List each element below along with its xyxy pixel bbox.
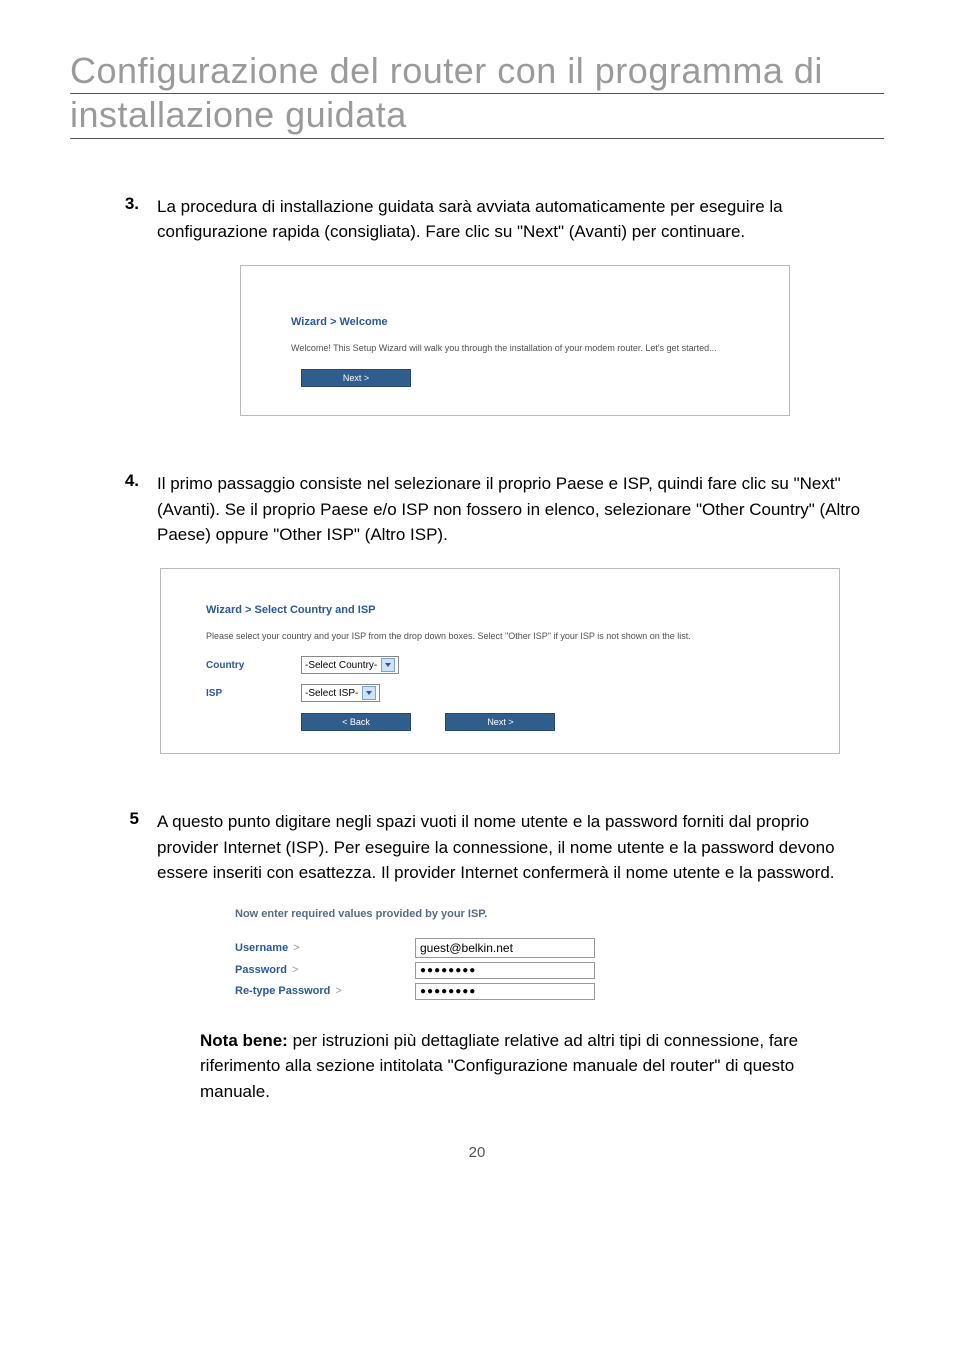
country-label: Country (206, 660, 301, 671)
password-input[interactable]: ●●●●●●●● (415, 962, 595, 979)
screenshot-welcome: Wizard > Welcome Welcome! This Setup Wiz… (240, 265, 790, 417)
step3-number: 3. (115, 194, 157, 214)
page-title-line2: installazione guidata (70, 94, 884, 138)
retype-password-input[interactable]: ●●●●●●●● (415, 983, 595, 1000)
chevron-down-icon (381, 658, 395, 672)
country-select-value: -Select Country- (305, 660, 377, 671)
note-text: Nota bene: per istruzioni più dettagliat… (200, 1028, 884, 1105)
chevron-down-icon (362, 686, 376, 700)
page-title-line1: Configurazione del router con il program… (70, 50, 884, 94)
welcome-breadcrumb: Wizard > Welcome (291, 316, 759, 328)
next-button[interactable]: Next > (301, 369, 411, 387)
step5-number: 5 (115, 809, 157, 829)
isp-select-value: -Select ISP- (305, 688, 358, 699)
isp-select[interactable]: -Select ISP- (301, 684, 380, 702)
note-bold: Nota bene: (200, 1031, 288, 1050)
back-button[interactable]: < Back (301, 713, 411, 731)
page-number: 20 (70, 1144, 884, 1161)
step3-text: La procedura di installazione guidata sa… (157, 194, 884, 245)
retype-password-label: Re-type Password > (235, 985, 415, 997)
step4-text: Il primo passaggio consiste nel selezion… (157, 471, 884, 548)
next-button[interactable]: Next > (445, 713, 555, 731)
credentials-title: Now enter required values provided by yo… (235, 908, 635, 920)
screenshot-credentials: Now enter required values provided by yo… (235, 908, 635, 1000)
welcome-description: Welcome! This Setup Wizard will walk you… (291, 342, 759, 355)
step5-text: A questo punto digitare negli spazi vuot… (157, 809, 884, 886)
step4-number: 4. (115, 471, 157, 491)
country-breadcrumb: Wizard > Select Country and ISP (206, 604, 809, 616)
username-label: Username > (235, 942, 415, 954)
page-title: Configurazione del router con il program… (70, 50, 884, 139)
isp-label: ISP (206, 688, 301, 699)
username-input[interactable]: guest@belkin.net (415, 938, 595, 958)
screenshot-country-isp: Wizard > Select Country and ISP Please s… (160, 568, 840, 755)
country-description: Please select your country and your ISP … (206, 630, 809, 643)
note-rest: per istruzioni più dettagliate relative … (200, 1031, 798, 1101)
country-select[interactable]: -Select Country- (301, 656, 399, 674)
password-label: Password > (235, 964, 415, 976)
